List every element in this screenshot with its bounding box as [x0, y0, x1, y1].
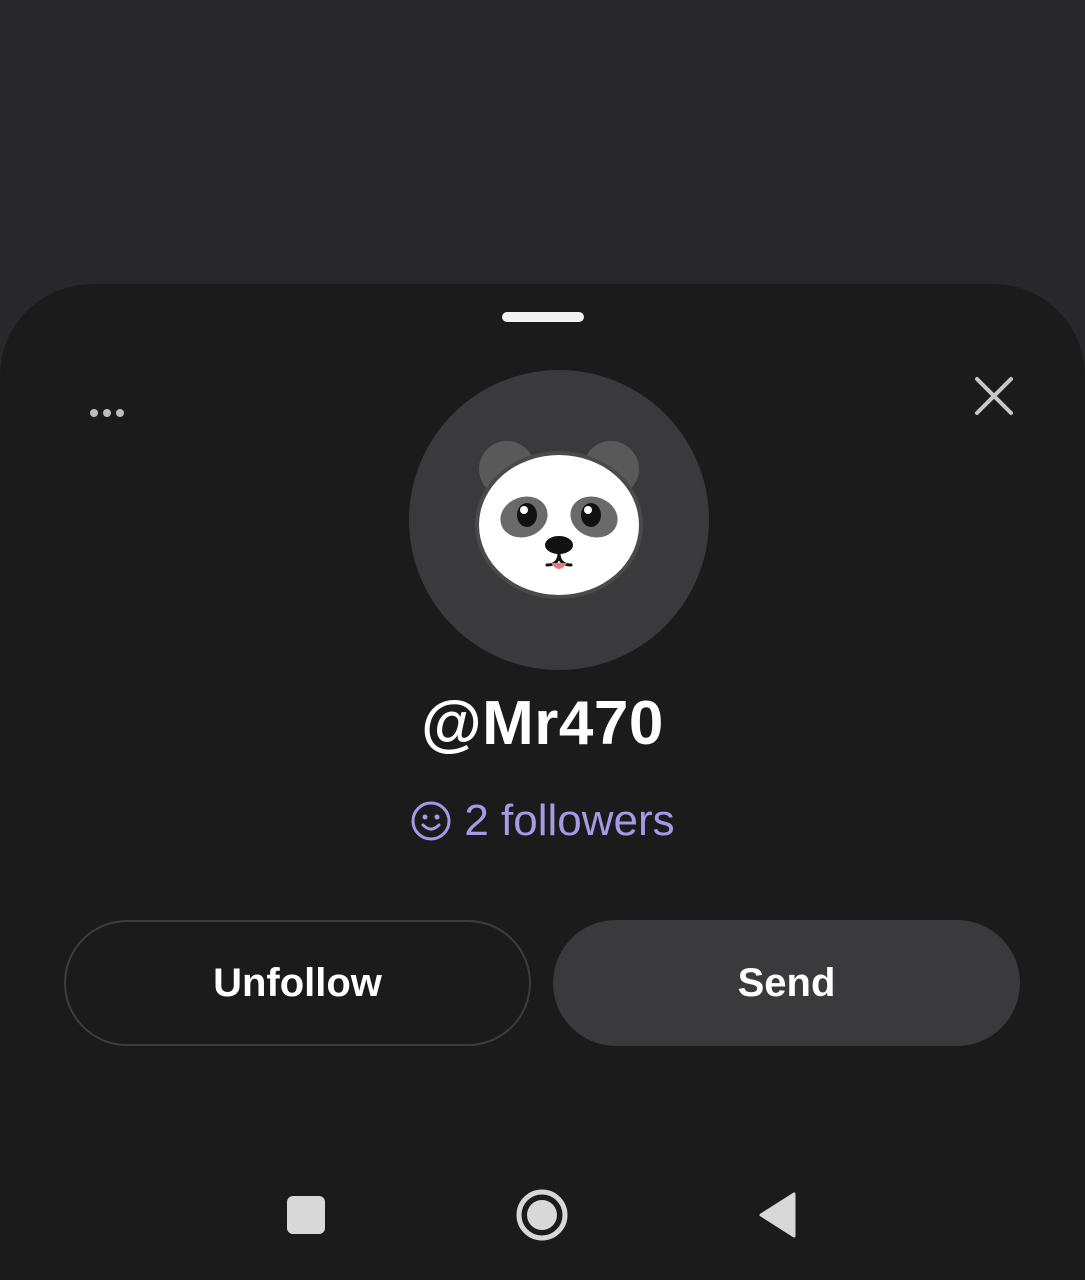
profile-username: @Mr470 — [421, 689, 664, 758]
avatar[interactable] — [409, 370, 709, 670]
send-button-label: Send — [737, 960, 836, 1005]
square-icon — [287, 1196, 325, 1234]
system-navigation-bar — [0, 1160, 1085, 1280]
panda-face-icon — [475, 441, 643, 599]
unfollow-button-label: Unfollow — [213, 960, 382, 1005]
triangle-back-icon — [759, 1192, 796, 1238]
sheet-drag-handle[interactable] — [502, 312, 584, 322]
smile-face-icon — [411, 801, 451, 841]
back-button[interactable] — [733, 1160, 823, 1270]
more-options-button[interactable] — [78, 390, 136, 436]
followers-count[interactable]: 2 followers — [0, 796, 1085, 846]
close-icon — [975, 377, 1013, 415]
unfollow-button[interactable]: Unfollow — [64, 920, 531, 1046]
followers-label: 2 followers — [464, 796, 675, 845]
more-horizontal-icon — [90, 409, 124, 417]
close-button[interactable] — [962, 364, 1026, 428]
recents-button[interactable] — [261, 1160, 351, 1270]
send-button[interactable]: Send — [553, 920, 1020, 1046]
home-button[interactable] — [497, 1160, 587, 1270]
circle-home-icon — [516, 1189, 568, 1241]
